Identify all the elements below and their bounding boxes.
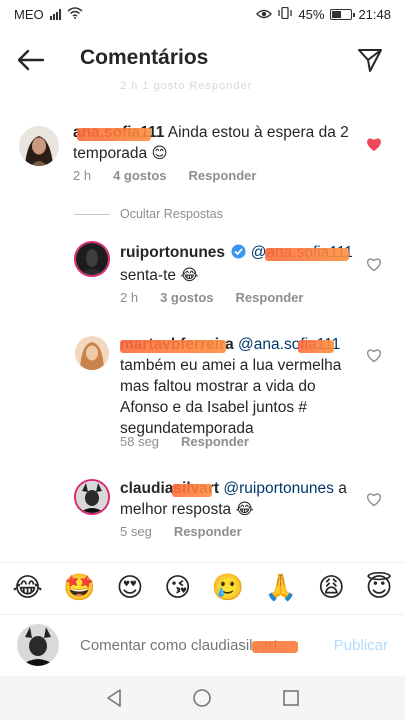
share-button[interactable]	[355, 45, 385, 75]
reply-button[interactable]: Responder	[174, 524, 242, 539]
wifi-icon	[67, 6, 83, 22]
comment-text: também eu amei a lua vermelha mas faltou…	[120, 357, 342, 437]
heart-outline-icon	[367, 258, 381, 272]
avatar[interactable]	[75, 336, 109, 370]
nav-recents-button[interactable]	[279, 686, 303, 710]
comment-username[interactable]: martavbferreira	[120, 336, 234, 353]
status-bar: MEO 45% 21:48	[0, 0, 405, 28]
mention-link[interactable]: @ana.sofia111	[238, 336, 340, 353]
likes-count[interactable]: 3 gostos	[160, 290, 213, 305]
comment: ana.sofia111 Ainda estou à espera da 2 t…	[0, 118, 405, 188]
avatar[interactable]	[74, 479, 110, 515]
comment-username[interactable]: claudiasilvart	[120, 480, 219, 497]
avatar[interactable]	[74, 241, 110, 277]
emoji-star-struck[interactable]: 🤩	[63, 573, 95, 603]
back-arrow-icon	[17, 49, 45, 71]
emoji-heart-eyes[interactable]: 😍	[116, 573, 143, 603]
like-button[interactable]	[366, 137, 382, 153]
battery-percent: 45%	[298, 6, 325, 22]
previous-comment-meta: 2 h 1 gosto Responder	[120, 80, 253, 92]
comment-time: 2 h	[120, 290, 139, 305]
emoji-halo[interactable]: 😇	[366, 573, 393, 603]
heart-filled-icon	[367, 138, 381, 151]
nav-back-button[interactable]	[102, 686, 126, 710]
comment-body: ruiportonunes @ana.sofia111 senta-te 😂	[120, 242, 365, 286]
emoji-weary[interactable]: 😩	[318, 573, 345, 603]
hide-replies-button[interactable]: Ocultar Respostas	[74, 207, 223, 221]
emoji-tears-of-joy[interactable]: 😂	[12, 573, 42, 603]
circle-home-icon	[193, 689, 212, 707]
mention-link[interactable]: @ana.sofia111	[251, 244, 353, 261]
comment-text: senta-te 😂	[120, 267, 199, 284]
emoji-folded-hands[interactable]: 🙏	[265, 573, 297, 603]
heart-outline-icon	[367, 349, 381, 363]
paper-plane-icon	[358, 49, 382, 72]
system-nav-bar	[0, 676, 405, 720]
clock: 21:48	[358, 6, 391, 22]
reply-comment: martavbferreira @ana.sofia111 também eu …	[0, 332, 405, 452]
avatar[interactable]	[19, 126, 59, 166]
comment-time: 2 h	[73, 168, 92, 183]
header: Comentários	[0, 34, 405, 86]
emoji-kiss[interactable]: 😘	[164, 573, 191, 603]
redaction-mark	[252, 641, 298, 653]
comment-body: martavbferreira @ana.sofia111 também eu …	[120, 334, 362, 439]
comment-body: claudiasilvart @ruiportonunes a melhor r…	[120, 478, 360, 520]
reply-button[interactable]: Responder	[181, 434, 249, 449]
carrier-label: MEO	[14, 6, 44, 22]
avatar	[17, 624, 59, 666]
like-button[interactable]	[366, 348, 382, 364]
like-button[interactable]	[366, 492, 382, 508]
reply-comment: claudiasilvart @ruiportonunes a melhor r…	[0, 476, 405, 546]
likes-count[interactable]: 4 gostos	[113, 168, 166, 183]
mention-link[interactable]: @ruiportonunes	[223, 480, 334, 497]
reply-button[interactable]: Responder	[189, 168, 257, 183]
comment-username[interactable]: ruiportonunes	[120, 244, 225, 261]
eye-icon	[256, 7, 273, 22]
emoji-holding-tears[interactable]: 🥲	[212, 573, 244, 603]
comment-body: ana.sofia111 Ainda estou à espera da 2 t…	[73, 122, 363, 164]
vibrate-icon	[278, 6, 293, 22]
publish-button[interactable]: Publicar	[334, 637, 388, 654]
page-title: Comentários	[80, 46, 209, 69]
verified-badge-icon	[231, 244, 246, 265]
reply-button[interactable]: Responder	[236, 290, 304, 305]
nav-home-button[interactable]	[190, 686, 214, 710]
signal-icon	[49, 8, 61, 20]
comment-composer: Publicar	[0, 614, 405, 676]
battery-icon	[330, 8, 356, 20]
comment-username[interactable]: ana.sofia111	[73, 124, 164, 141]
back-button[interactable]	[16, 46, 46, 74]
emoji-quick-bar: 😂 🤩 😍 😘 🥲 🙏 😩 😇	[0, 562, 405, 612]
heart-outline-icon	[367, 493, 381, 507]
divider	[74, 213, 110, 215]
reply-comment: ruiportonunes @ana.sofia111 senta-te 😂 2…	[0, 238, 405, 308]
like-button[interactable]	[366, 257, 382, 273]
hide-replies-label: Ocultar Respostas	[120, 207, 223, 221]
triangle-back-icon	[107, 689, 121, 707]
square-recents-icon	[283, 690, 299, 706]
comment-time: 58 seg	[120, 434, 160, 449]
comment-time: 5 seg	[120, 524, 152, 539]
